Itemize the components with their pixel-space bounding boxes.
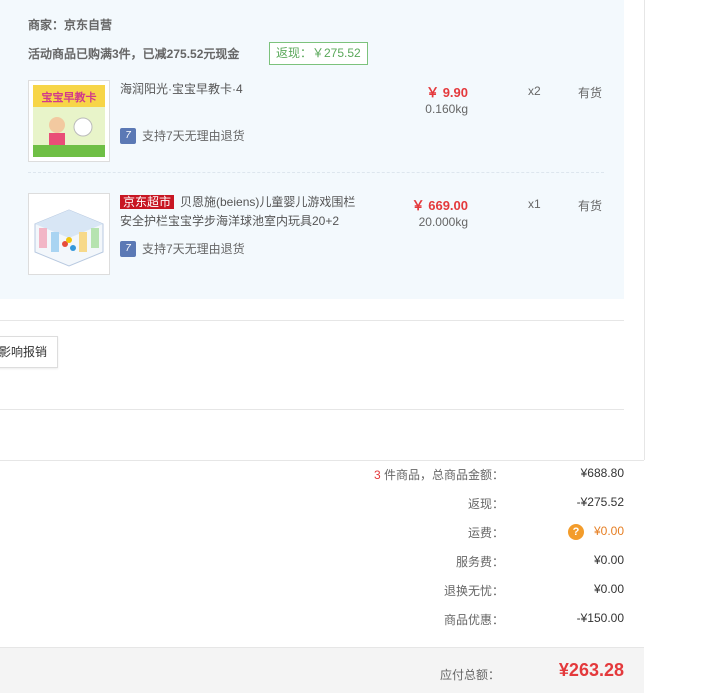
reimburse-button[interactable]: 影响报销 [0, 336, 59, 368]
shipping-value: ? ¥0.00 [567, 524, 624, 540]
shipping-amount: ¥0.00 [593, 524, 624, 539]
return-fee-label: 退换无忧： [443, 584, 504, 598]
return-service-label: 支持7天无理由退货 [142, 242, 245, 256]
summary-cashback-row: 返现： -¥275.52 [0, 495, 644, 515]
service-fee-amount: ¥0.00 [593, 553, 624, 567]
total-label: 应付总额： [439, 668, 500, 682]
section-divider [0, 409, 624, 410]
item-qty: x1 [528, 197, 541, 211]
return-service-label: 支持7天无理由退货 [142, 129, 245, 143]
cashback-amount: -¥275.52 [576, 495, 624, 509]
product-thumbnail[interactable]: 宝宝早教卡 [28, 80, 110, 162]
help-question-icon[interactable]: ? [567, 524, 584, 540]
return-fee-amount: ¥0.00 [593, 582, 624, 596]
item-qty: x2 [528, 84, 541, 98]
section-divider [0, 320, 624, 321]
merchant-label: 商家：京东自营 [28, 18, 113, 32]
return-policy-icon: 7 [120, 127, 136, 144]
summary-discount-row: 商品优惠： -¥150.00 [0, 611, 644, 631]
return-service[interactable]: 7 支持7天无理由退货 [120, 127, 245, 144]
summary-shipping-row: 运费： ? ¥0.00 [0, 524, 644, 544]
item-weight: 0.160kg [425, 102, 468, 116]
total-bar: 应付总额： ¥263.28 [0, 647, 644, 693]
return-service[interactable]: 7 支持7天无理由退货 [120, 240, 245, 257]
item-weight: 20.000kg [418, 215, 468, 229]
cashback-badge: 返现：￥275.52 [269, 42, 368, 65]
summary-divider [0, 460, 644, 461]
summary-goods-row: 3 件商品，总商品金额： ¥688.80 [0, 466, 644, 486]
product-thumbnail[interactable] [28, 193, 110, 275]
total-amount: ¥263.28 [558, 660, 624, 680]
flashcard-image-icon: 宝宝早教卡 [33, 85, 105, 157]
merchant-panel: 商家：京东自营 活动商品已购满3件，已减275.52元现金 返现：￥275.52… [0, 0, 624, 299]
summary-return-row: 退换无忧： ¥0.00 [0, 582, 644, 602]
item-price: ￥ 669.00 [411, 198, 468, 213]
goods-count-suffix: 件商品，总商品金额： [380, 468, 504, 482]
promo-text: 活动商品已购满3件，已减275.52元现金 [28, 47, 240, 61]
shipping-label: 运费： [467, 526, 504, 540]
summary-service-row: 服务费： ¥0.00 [0, 553, 644, 573]
item-divider [28, 172, 604, 173]
return-policy-icon: 7 [120, 240, 136, 257]
jd-supermarket-tag: 京东超市 [120, 195, 175, 209]
playpen-image-icon [29, 194, 109, 274]
item-price: ￥ 9.90 [426, 85, 468, 100]
goods-count-label: 3 件商品，总商品金额： [374, 466, 504, 483]
goods-amount: ¥688.80 [580, 466, 624, 480]
discount-amount: -¥150.00 [576, 611, 624, 625]
right-border [644, 0, 645, 460]
item-stock: 有货 [578, 86, 603, 100]
discount-label: 商品优惠： [443, 613, 504, 627]
cashback-label: 返现： [467, 497, 504, 511]
product-title-link[interactable]: 海润阳光·宝宝早教卡·4 [120, 80, 360, 99]
goods-count: 3 [373, 468, 381, 482]
svg-text:宝宝早教卡: 宝宝早教卡 [42, 90, 97, 104]
item-stock: 有货 [578, 199, 603, 213]
service-fee-label: 服务费： [455, 555, 504, 569]
product-title-link[interactable]: 京东超市 贝恩施(beiens)儿童婴儿游戏围栏 安全护栏宝宝学步海洋球池室内玩具… [120, 193, 360, 231]
